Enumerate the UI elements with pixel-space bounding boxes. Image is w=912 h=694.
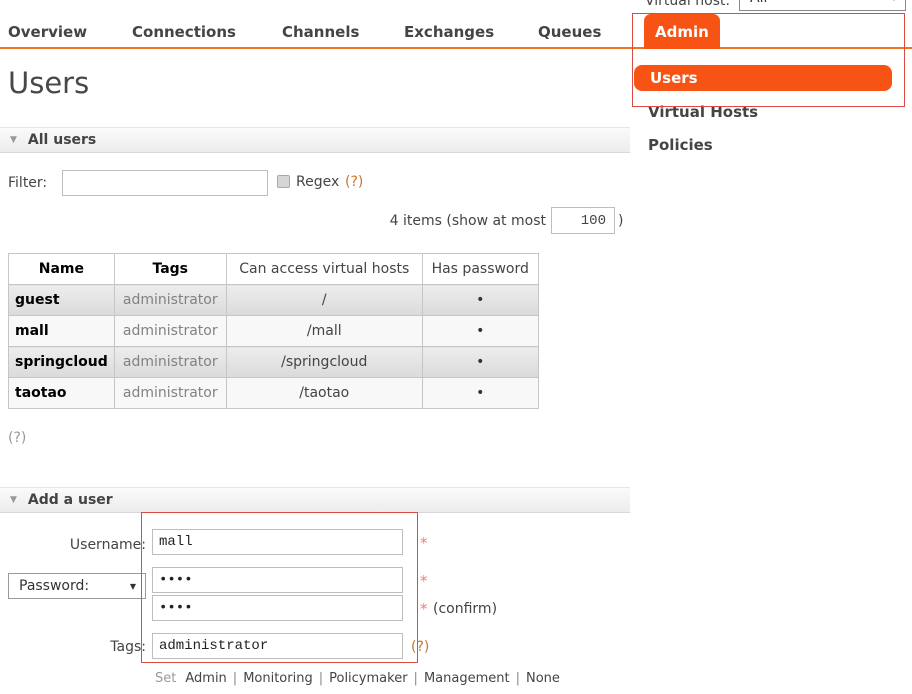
- column-header-vhosts: Can access virtual hosts: [226, 254, 422, 285]
- nav-underline: [0, 47, 912, 49]
- table-row: taotao administrator /taotao •: [9, 378, 539, 409]
- table-header-row: Name Tags Can access virtual hosts Has p…: [9, 254, 539, 285]
- column-header-name: Name: [9, 254, 115, 285]
- tag-link-policymaker[interactable]: Policymaker: [329, 671, 407, 686]
- tab-exchanges[interactable]: Exchanges: [404, 23, 494, 41]
- user-vhosts: /mall: [226, 316, 422, 347]
- has-password-dot: •: [422, 378, 538, 409]
- password-type-label: Password:: [19, 578, 89, 594]
- tab-admin-label: Admin: [655, 23, 709, 41]
- all-users-section-header[interactable]: ▼ All users: [0, 127, 630, 153]
- user-tags: administrator: [114, 285, 226, 316]
- sidebar-item-virtual-hosts[interactable]: Virtual Hosts: [648, 103, 758, 121]
- has-password-dot: •: [422, 285, 538, 316]
- tab-connections[interactable]: Connections: [132, 23, 236, 41]
- tag-link-management[interactable]: Management: [424, 671, 510, 686]
- regex-help-link[interactable]: (?): [345, 174, 363, 190]
- table-row: guest administrator / •: [9, 285, 539, 316]
- virtual-host-select[interactable]: All ▼: [739, 0, 906, 11]
- tag-shortcut-row: Set Admin | Monitoring | Policymaker | Manageme…: [155, 671, 560, 686]
- separator: |: [319, 671, 323, 686]
- tag-link-monitoring[interactable]: Monitoring: [243, 671, 313, 686]
- user-name-link[interactable]: taotao: [9, 378, 115, 409]
- filter-input[interactable]: [62, 170, 268, 196]
- show-at-most-input[interactable]: [551, 207, 615, 234]
- column-header-has-password: Has password: [422, 254, 538, 285]
- tab-channels[interactable]: Channels: [282, 23, 359, 41]
- user-vhosts: /springcloud: [226, 347, 422, 378]
- collapse-triangle-icon: ▼: [10, 135, 17, 145]
- table-help-link[interactable]: (?): [8, 430, 26, 446]
- tab-overview[interactable]: Overview: [8, 23, 87, 41]
- has-password-dot: •: [422, 347, 538, 378]
- chevron-down-icon: ▼: [130, 582, 136, 591]
- collapse-triangle-icon: ▼: [10, 495, 17, 505]
- page-title: Users: [8, 66, 89, 100]
- tags-help-link[interactable]: (?): [411, 639, 429, 655]
- sidebar-item-users[interactable]: Users: [634, 65, 892, 91]
- filter-label: Filter:: [8, 175, 47, 191]
- virtual-host-value: All: [750, 0, 767, 6]
- user-name-link[interactable]: mall: [9, 316, 115, 347]
- tags-label: Tags:: [0, 639, 146, 655]
- add-user-section-header[interactable]: ▼ Add a user: [0, 487, 630, 513]
- username-required-marker: *: [420, 534, 428, 552]
- tab-queues[interactable]: Queues: [538, 23, 601, 41]
- password-type-select[interactable]: Password: ▼: [8, 573, 146, 599]
- user-name-link[interactable]: guest: [9, 285, 115, 316]
- user-tags: administrator: [114, 347, 226, 378]
- regex-checkbox[interactable]: [277, 175, 290, 188]
- has-password-dot: •: [422, 316, 538, 347]
- column-header-tags: Tags: [114, 254, 226, 285]
- separator: |: [233, 671, 237, 686]
- user-vhosts: /taotao: [226, 378, 422, 409]
- tags-field[interactable]: [152, 633, 403, 659]
- user-tags: administrator: [114, 316, 226, 347]
- sidebar-item-policies[interactable]: Policies: [648, 136, 713, 154]
- add-user-section-title: Add a user: [28, 492, 113, 508]
- table-row: mall administrator /mall •: [9, 316, 539, 347]
- password-field[interactable]: [152, 567, 403, 593]
- separator: |: [414, 671, 418, 686]
- user-name-link[interactable]: springcloud: [9, 347, 115, 378]
- password-confirm-required-marker: *: [420, 600, 428, 618]
- confirm-label: (confirm): [433, 601, 497, 617]
- tab-admin[interactable]: Admin: [644, 14, 720, 49]
- users-table: Name Tags Can access virtual hosts Has p…: [8, 253, 539, 409]
- tag-link-admin[interactable]: Admin: [185, 671, 226, 686]
- user-tags: administrator: [114, 378, 226, 409]
- rabbitmq-admin-users-page: Virtual host: All ▼ Overview Connections…: [0, 0, 912, 694]
- user-vhosts: /: [226, 285, 422, 316]
- sidebar-item-users-label: Users: [650, 69, 698, 87]
- username-label: Username:: [0, 537, 146, 553]
- chevron-down-icon: ▼: [891, 0, 897, 2]
- items-count-text: 4 items (show at most: [0, 213, 546, 229]
- username-field[interactable]: [152, 529, 403, 555]
- items-count-suffix: ): [618, 213, 623, 229]
- all-users-section-title: All users: [28, 132, 96, 148]
- table-row: springcloud administrator /springcloud •: [9, 347, 539, 378]
- virtual-host-label: Virtual host:: [645, 0, 730, 9]
- separator: |: [516, 671, 520, 686]
- tag-link-none[interactable]: None: [526, 671, 560, 686]
- set-label: Set: [155, 671, 176, 686]
- password-confirm-field[interactable]: [152, 595, 403, 621]
- regex-label: Regex: [296, 174, 339, 190]
- password-required-marker: *: [420, 572, 428, 590]
